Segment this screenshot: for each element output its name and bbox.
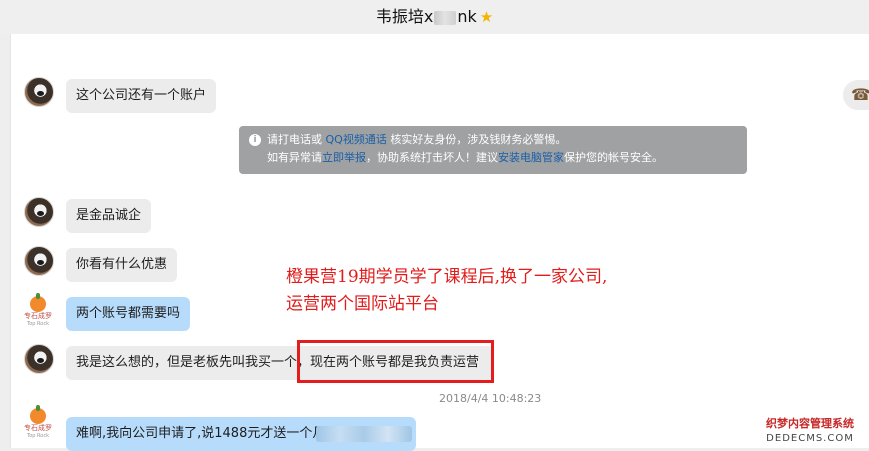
message-text: 难啊,我向公司申请了,说1488元才送一个月 (76, 426, 326, 441)
message-timestamp: 2018/4/4 10:48:23 (439, 392, 542, 405)
notice-text: 如有异常请 (267, 151, 322, 164)
message-text: 我是这么想的，但是老板先叫我买一个， (76, 355, 311, 370)
message-bubble[interactable]: 是金品诚企 (66, 199, 152, 233)
message-bubble[interactable]: 你看有什么优惠 (66, 248, 178, 282)
security-notice: i 请打电话或 QQ视频通话 核实好友身份，涉及钱财务必警惕。 如有异常请立即举… (239, 126, 747, 174)
qq-video-call-link[interactable]: QQ视频通话 (326, 133, 387, 146)
window-title: 韦振培x nk ★ (0, 0, 869, 34)
notice-line-1: 请打电话或 QQ视频通话 核实好友身份，涉及钱财务必警惕。 (267, 131, 747, 149)
watermark-logo: 织梦内容管理系统 DEDECMS.COM (751, 414, 869, 448)
own-avatar[interactable]: 专石成罗 Top Rock (21, 293, 55, 328)
report-now-link[interactable]: 立即举报 (322, 151, 366, 164)
info-icon: i (249, 134, 261, 146)
orange-logo-icon (30, 293, 46, 312)
contact-name: 韦振培x (375, 7, 434, 26)
watermark-line-1: 织梦内容管理系统 (766, 417, 854, 430)
notice-text: 请打电话或 (267, 133, 322, 146)
brand-name: 专石成罗 (24, 312, 52, 320)
notice-text: 保护您的帐号安全。 (564, 151, 663, 164)
contact-name-suffix: nk (457, 7, 477, 26)
chat-panel[interactable]: ☎ 这个公司还有一个账户 i 请打电话或 QQ视频通话 核实好友身份，涉及钱财务… (10, 34, 869, 451)
message-bubble-own[interactable]: 两个账号都需要吗 (66, 297, 191, 331)
star-icon: ★ (479, 8, 494, 26)
contact-avatar[interactable] (24, 344, 54, 374)
annotation-line-1: 橙果营19期学员学了课程后,换了一家公司, (286, 267, 608, 287)
brand-sub: Top Rock (27, 433, 49, 439)
annotation-text: 橙果营19期学员学了课程后,换了一家公司, 运营两个国际站平台 (286, 264, 607, 318)
highlight-box (297, 340, 494, 383)
contact-avatar[interactable] (24, 197, 54, 227)
brand-sub: Top Rock (27, 321, 49, 327)
blurred-text-segment (316, 426, 412, 442)
own-avatar[interactable]: 专石成罗 Top Rock (21, 405, 55, 440)
message-bubble[interactable]: 这个公司还有一个账户 (66, 79, 217, 113)
notice-text: 核实好友身份，涉及钱财务必警惕。 (390, 133, 567, 146)
blurred-name-segment (434, 10, 457, 25)
install-pc-manager-link[interactable]: 安装电脑管家 (498, 151, 564, 164)
annotation-line-2: 运营两个国际站平台 (286, 294, 439, 314)
phone-call-icon[interactable]: ☎ (843, 80, 869, 110)
notice-line-2: 如有异常请立即举报，协助系统打击坏人！建议安装电脑管家保护您的帐号安全。 (267, 149, 747, 167)
contact-avatar[interactable] (24, 77, 54, 107)
orange-logo-icon (30, 405, 46, 424)
notice-text: ，协助系统打击坏人！建议 (366, 151, 498, 164)
brand-name: 专石成罗 (24, 424, 52, 432)
watermark-line-2: DEDECMS.COM (766, 433, 854, 444)
contact-avatar[interactable] (24, 246, 54, 276)
